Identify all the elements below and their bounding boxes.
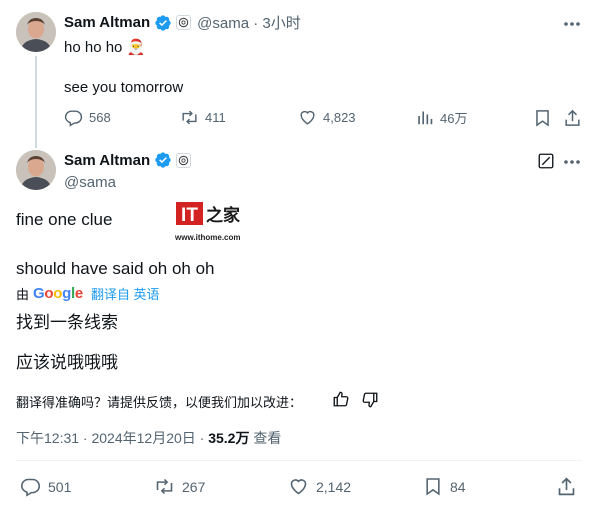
- verified-badge-icon[interactable]: [154, 151, 172, 169]
- reply-count: 568: [89, 110, 111, 125]
- reply-button[interactable]: 568: [64, 108, 111, 127]
- like-count: 2,142: [316, 478, 352, 495]
- handle-time[interactable]: @sama · 3小时: [197, 12, 301, 33]
- svg-text:IT: IT: [181, 205, 198, 226]
- handle[interactable]: @sama: [64, 174, 116, 191]
- verified-badge-icon[interactable]: [154, 14, 172, 32]
- views-chart-icon: [416, 108, 434, 127]
- repost-count: 411: [205, 110, 226, 125]
- grok-explain-icon[interactable]: [537, 152, 555, 170]
- share-button[interactable]: [563, 108, 582, 128]
- tweet-line: fine one clue: [16, 210, 113, 229]
- google-logo-letter: g: [62, 285, 72, 302]
- ithome-watermark-url: www.ithome.com: [175, 233, 241, 242]
- share-button[interactable]: [556, 476, 577, 497]
- heart-icon: [298, 108, 317, 127]
- bookmark-button[interactable]: 84: [423, 476, 466, 497]
- repost-button[interactable]: 267: [154, 476, 205, 497]
- more-options-icon[interactable]: [562, 152, 582, 172]
- repost-icon: [180, 108, 199, 127]
- translated-line: 找到一条线索: [16, 313, 118, 332]
- author-name[interactable]: Sam Altman: [64, 152, 150, 169]
- like-button[interactable]: 2,142: [288, 476, 351, 497]
- views-label: 查看: [249, 430, 282, 446]
- google-logo-letter: o: [53, 285, 63, 302]
- author-name[interactable]: Sam Altman: [64, 14, 150, 31]
- google-logo: Google: [33, 285, 83, 302]
- reply-count: 501: [48, 478, 72, 495]
- google-logo-letter: e: [74, 285, 83, 302]
- thread-line: [35, 56, 37, 148]
- post-timestamp[interactable]: 下午12:31 · 2024年12月20日 ·: [16, 430, 208, 446]
- repost-count: 267: [182, 478, 206, 495]
- views-button[interactable]: 46万: [416, 108, 467, 127]
- heart-icon: [288, 476, 309, 497]
- divider: [16, 460, 582, 461]
- bookmark-button[interactable]: [533, 108, 552, 128]
- santa-emoji: 🎅: [126, 39, 146, 56]
- tweet-line: should have said oh oh oh: [16, 259, 215, 278]
- repost-button[interactable]: 411: [180, 108, 226, 127]
- reply-icon: [64, 108, 83, 127]
- affiliate-badge-icon[interactable]: [176, 152, 192, 168]
- avatar[interactable]: [16, 150, 56, 190]
- translated-from-link[interactable]: 翻译自 英语: [91, 284, 160, 303]
- like-button[interactable]: 4,823: [298, 108, 356, 127]
- thumbs-up-icon[interactable]: [332, 390, 350, 408]
- views-count: 46万: [440, 111, 468, 126]
- reply-icon: [20, 476, 41, 497]
- google-logo-letter: o: [44, 285, 54, 302]
- bookmark-count: 84: [450, 478, 466, 495]
- affiliate-badge-icon[interactable]: [176, 15, 192, 30]
- reply-button[interactable]: 501: [20, 476, 71, 497]
- like-count: 4,823: [323, 110, 356, 125]
- svg-text:之家: 之家: [206, 205, 240, 226]
- thumbs-down-icon[interactable]: [361, 391, 379, 409]
- tweet-line: ho ho ho: [64, 39, 123, 56]
- translated-line: 应该说哦哦哦: [16, 353, 118, 372]
- more-options-icon[interactable]: [562, 14, 582, 34]
- tweet-line: see you tomorrow: [64, 79, 184, 96]
- avatar[interactable]: [16, 12, 56, 52]
- google-logo-letter: G: [33, 285, 45, 302]
- bookmark-icon: [423, 476, 443, 497]
- translate-prefix: 由: [16, 287, 30, 302]
- repost-icon: [154, 476, 175, 497]
- translation-feedback-question: 翻译得准确吗？请提供反馈，以便我们加以改进：: [16, 395, 303, 410]
- views-count: 35.2万: [208, 430, 250, 446]
